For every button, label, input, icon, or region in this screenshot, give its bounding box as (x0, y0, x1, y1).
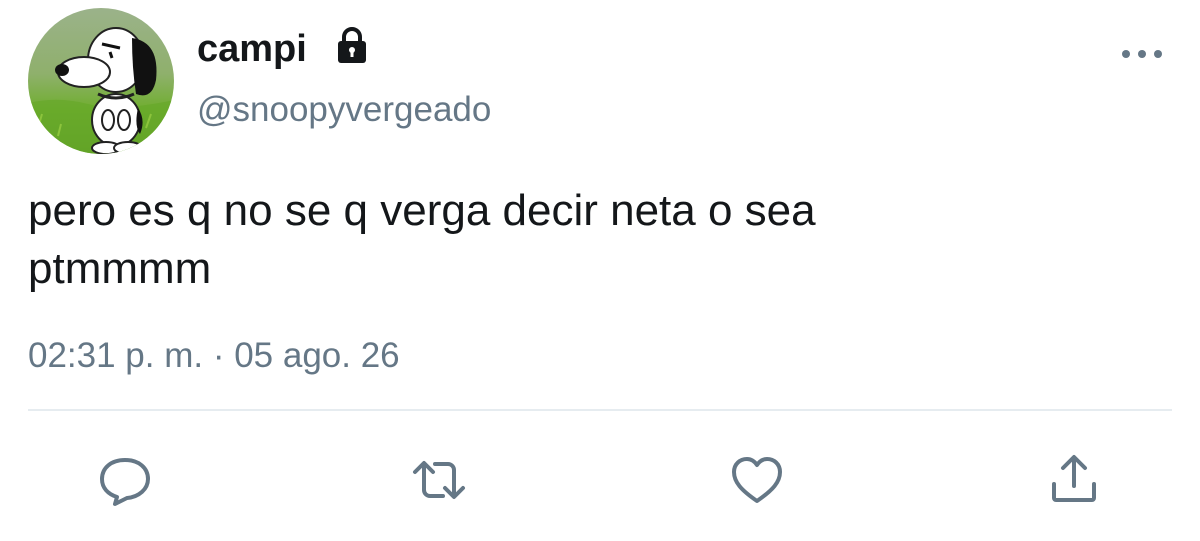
retweet-icon (413, 461, 465, 499)
display-name[interactable]: campi (197, 26, 307, 72)
reply-button[interactable] (97, 452, 153, 508)
share-icon (1052, 455, 1096, 502)
retweet-button[interactable] (411, 452, 467, 508)
share-button[interactable] (1046, 452, 1102, 508)
tweet-timestamp[interactable]: 02:31 p. m. · 05 ago. 26 (28, 334, 400, 378)
user-handle[interactable]: @snoopyvergeado (197, 88, 491, 132)
more-options-icon[interactable] (1120, 46, 1164, 62)
snoopy-avatar-image (28, 8, 174, 154)
avatar[interactable] (28, 8, 174, 154)
tweet-text: pero es q no se q verga decir neta o sea… (28, 186, 816, 293)
like-button[interactable] (729, 452, 785, 508)
divider (28, 409, 1172, 411)
lock-icon (338, 27, 366, 63)
like-icon (732, 457, 782, 503)
tweet-card: campi @snoopyvergeado pero es q no se q … (0, 0, 1200, 541)
reply-icon (100, 458, 150, 506)
